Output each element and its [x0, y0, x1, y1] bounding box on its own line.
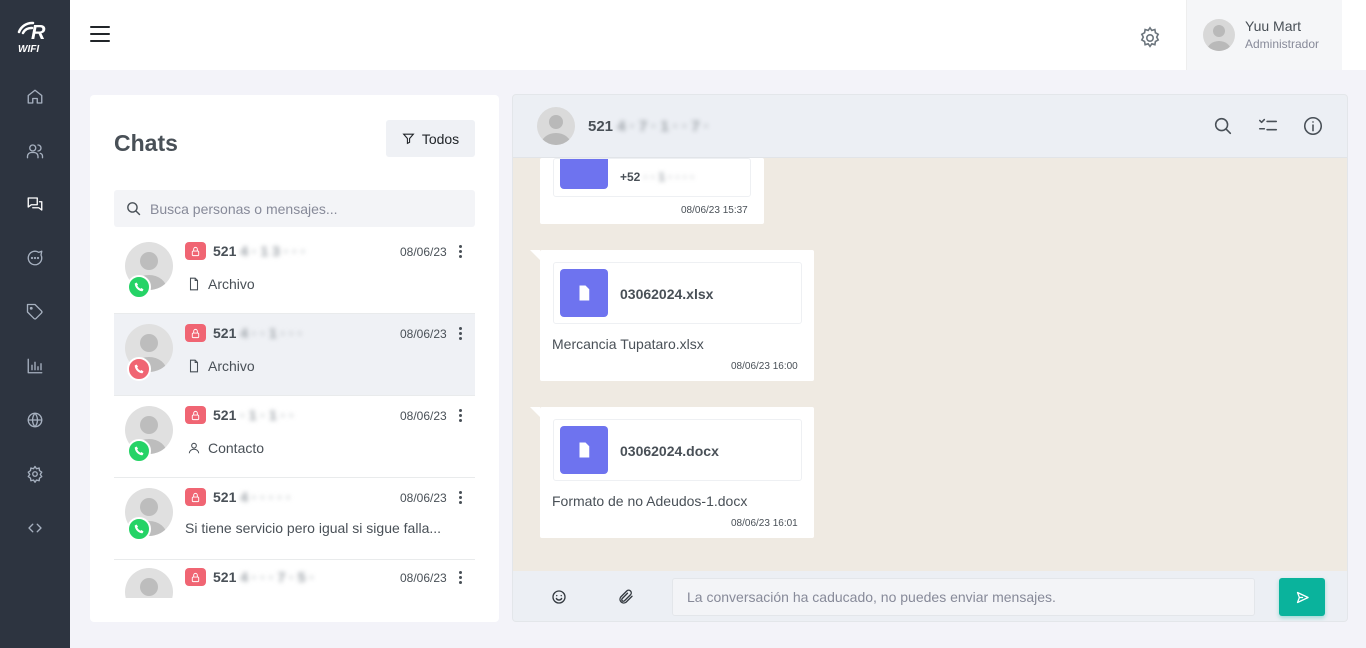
- message-time: 08/06/23 15:37: [681, 205, 748, 216]
- lock-icon: [185, 488, 206, 506]
- paperclip-icon[interactable]: [617, 588, 635, 606]
- file-attachment[interactable]: 03062024.xlsx: [553, 262, 802, 324]
- more-vertical-icon[interactable]: [454, 243, 466, 261]
- lock-icon: [185, 406, 206, 424]
- tag-icon[interactable]: [23, 300, 47, 324]
- chat-last-message: Archivo: [187, 358, 255, 374]
- chat-last-message: Archivo: [187, 276, 255, 292]
- code-icon[interactable]: [23, 516, 47, 540]
- chat-last-message: Contacto: [187, 440, 264, 456]
- message-bubble: 03062024.docx Formato de no Adeudos-1.do…: [530, 407, 814, 538]
- message-caption: Mercancia Tupataro.xlsx: [552, 336, 704, 352]
- chats-panel: Chats Todos 521 4 · 1 3 · · · 08/06/23 A…: [90, 95, 499, 622]
- message-composer: [513, 571, 1347, 621]
- lock-icon: [185, 568, 206, 586]
- user-name: Yuu Mart: [1245, 18, 1302, 34]
- chat-list: 521 4 · 1 3 · · · 08/06/23 Archivo 521 4…: [114, 232, 475, 598]
- chat-name: 521 4 · 1 3 · · ·: [213, 243, 306, 259]
- home-icon[interactable]: [23, 85, 47, 109]
- chat-name: 521 4 · · · · ·: [213, 489, 291, 505]
- lock-icon: [185, 324, 206, 342]
- message-time: 08/06/23 16:01: [731, 518, 798, 529]
- phone-icon: [127, 357, 151, 381]
- info-icon[interactable]: [1302, 115, 1324, 137]
- more-vertical-icon[interactable]: [454, 325, 466, 343]
- file-attachment[interactable]: 03062024.docx: [553, 419, 802, 481]
- chat-date: 08/06/23: [400, 327, 447, 341]
- avatar: [125, 568, 173, 598]
- file-icon: [189, 277, 199, 291]
- chats-icon[interactable]: [23, 192, 47, 216]
- bar-chart-icon[interactable]: [23, 354, 47, 378]
- search-input[interactable]: [150, 190, 470, 227]
- search-box: [114, 190, 475, 227]
- message-input[interactable]: [672, 578, 1255, 616]
- chat-name: 521 4 · · 1 · · ·: [213, 325, 303, 341]
- user-role: Administrador: [1245, 37, 1320, 51]
- document-icon: [560, 426, 608, 474]
- chat-list-item[interactable]: 521 · 1 · 1 · · 08/06/23 Contacto: [114, 396, 475, 478]
- search-icon: [127, 202, 141, 216]
- avatar: [1203, 19, 1235, 51]
- chat-date: 08/06/23: [400, 245, 447, 259]
- file-name: 03062024.docx: [620, 443, 719, 459]
- chat-date: 08/06/23: [400, 571, 447, 585]
- chat-list-item[interactable]: 521 4 · · 1 · · · 08/06/23 Archivo: [114, 314, 475, 396]
- user-menu[interactable]: Yuu Mart Administrador: [1186, 0, 1342, 70]
- document-icon: [560, 269, 608, 317]
- contact-name[interactable]: 521 4 · 7 · 1 · · 7 ·: [588, 118, 709, 135]
- chat-name: 521 · 1 · 1 · ·: [213, 407, 294, 423]
- filter-icon: [402, 133, 415, 145]
- contact-card[interactable]: +52 · · 1 · · · ·: [553, 158, 751, 197]
- file-icon: [189, 359, 199, 373]
- globe-icon[interactable]: [23, 408, 47, 432]
- gear-icon[interactable]: [1138, 26, 1162, 50]
- user-icon: [188, 442, 200, 454]
- search-icon[interactable]: [1212, 115, 1234, 137]
- brand-logo[interactable]: R WIFI: [16, 20, 54, 55]
- file-name: 03062024.xlsx: [620, 286, 714, 302]
- whatsapp-icon: [127, 439, 151, 463]
- chat-list-item[interactable]: 521 4 · 1 3 · · · 08/06/23 Archivo: [114, 232, 475, 314]
- contact-card-number: +52 · · 1 · · · ·: [620, 170, 695, 184]
- message-bubble: +52 · · 1 · · · · 08/06/23 15:37: [540, 158, 764, 224]
- settings-icon[interactable]: [23, 462, 47, 486]
- lock-icon: [185, 242, 206, 260]
- chat-list-item[interactable]: 521 4 · · · 7 · 5 · 08/06/23: [114, 558, 475, 598]
- message-bubble: 03062024.xlsx Mercancia Tupataro.xlsx 08…: [530, 250, 814, 381]
- more-vertical-icon[interactable]: [454, 489, 466, 507]
- chat-last-message: Si tiene servicio pero igual si sigue fa…: [185, 520, 442, 536]
- send-button[interactable]: [1279, 578, 1325, 616]
- whatsapp-icon: [127, 275, 151, 299]
- chat-date: 08/06/23: [400, 409, 447, 423]
- whatsapp-icon: [127, 517, 151, 541]
- conversation-header: 521 4 · 7 · 1 · · 7 ·: [513, 95, 1347, 158]
- message-caption: Formato de no Adeudos-1.docx: [552, 493, 748, 509]
- more-vertical-icon[interactable]: [454, 569, 466, 587]
- menu-toggle-icon[interactable]: [90, 26, 110, 44]
- filter-button[interactable]: Todos: [386, 120, 475, 157]
- filter-label: Todos: [421, 130, 460, 147]
- sidebar: R WIFI: [0, 0, 70, 648]
- message-time: 08/06/23 16:00: [731, 361, 798, 372]
- chat-date: 08/06/23: [400, 491, 447, 505]
- chat-name: 521 4 · · · 7 · 5 ·: [213, 569, 315, 585]
- brand-logo-subtext: WIFI: [18, 44, 39, 54]
- avatar[interactable]: [537, 107, 575, 145]
- message-circle-icon[interactable]: [23, 246, 47, 270]
- contact-card-icon: [560, 159, 608, 189]
- emoji-icon[interactable]: [550, 588, 568, 606]
- brand-logo-text: R: [31, 22, 46, 44]
- topbar: Yuu Mart Administrador: [70, 0, 1366, 70]
- checklist-icon[interactable]: [1257, 115, 1279, 137]
- users-icon[interactable]: [23, 139, 47, 163]
- more-vertical-icon[interactable]: [454, 407, 466, 425]
- chats-title: Chats: [114, 130, 178, 156]
- send-icon: [1296, 591, 1309, 603]
- chat-list-item[interactable]: 521 4 · · · · · 08/06/23 Si tiene servic…: [114, 478, 475, 560]
- conversation-panel: 521 4 · 7 · 1 · · 7 · +52 · · 1 · · · · …: [512, 94, 1348, 622]
